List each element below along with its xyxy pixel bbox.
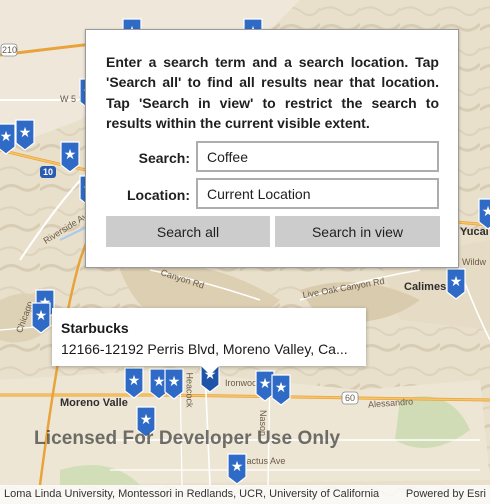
result-pin[interactable]: ★ bbox=[271, 374, 291, 406]
location-input[interactable] bbox=[196, 178, 439, 209]
town-label-calimesa: Calimes bbox=[404, 281, 447, 293]
search-label: Search: bbox=[138, 150, 190, 166]
svg-text:★: ★ bbox=[64, 147, 77, 163]
search-all-button[interactable]: Search all bbox=[106, 216, 270, 247]
result-pin[interactable]: ★ bbox=[164, 368, 184, 400]
svg-text:★: ★ bbox=[259, 376, 272, 392]
attribution-bar: Loma Linda University, Montessori in Red… bbox=[0, 485, 490, 504]
location-label: Location: bbox=[127, 187, 190, 203]
town-label-moreno-valley: Moreno Valle bbox=[60, 397, 128, 409]
result-pin[interactable]: ★ bbox=[31, 302, 51, 334]
callout-detail: 12166-12192 Perris Blvd, Moreno Valley, … bbox=[61, 341, 348, 357]
search-input[interactable] bbox=[196, 141, 439, 172]
svg-text:★: ★ bbox=[275, 380, 288, 396]
road-label-heacock: Heacock bbox=[184, 372, 195, 408]
highway-shield-10-label: 10 bbox=[43, 167, 54, 177]
powered-by-esri[interactable]: Powered by Esri bbox=[406, 488, 486, 500]
callout-title: Starbucks bbox=[61, 320, 129, 336]
result-pin[interactable]: ★ bbox=[124, 367, 144, 399]
developer-license-watermark: Licensed For Developer Use Only bbox=[34, 428, 341, 449]
svg-text:★: ★ bbox=[231, 459, 244, 475]
search-panel: Enter a search term and a search locatio… bbox=[85, 29, 459, 268]
svg-text:★: ★ bbox=[140, 412, 153, 428]
svg-text:★: ★ bbox=[450, 274, 463, 290]
highway-shield-60-label: 60 bbox=[345, 393, 356, 403]
result-pin[interactable]: ★ bbox=[478, 198, 490, 230]
result-pin[interactable]: ★ bbox=[227, 453, 247, 485]
svg-text:★: ★ bbox=[0, 129, 12, 145]
highway-shield-210-label: 210 bbox=[2, 45, 18, 55]
result-pin[interactable]: ★ bbox=[0, 123, 16, 155]
result-pin[interactable]: ★ bbox=[15, 119, 35, 151]
svg-text:★: ★ bbox=[168, 374, 181, 390]
result-pin[interactable]: ★ bbox=[446, 268, 466, 300]
attribution-text: Loma Linda University, Montessori in Red… bbox=[4, 488, 380, 500]
road-label-wildwood: Wildw bbox=[462, 257, 486, 267]
search-in-view-button[interactable]: Search in view bbox=[275, 216, 440, 247]
svg-text:★: ★ bbox=[35, 308, 48, 324]
svg-text:★: ★ bbox=[128, 373, 141, 389]
instructions-text: Enter a search term and a search locatio… bbox=[106, 54, 439, 131]
result-pin[interactable]: ★ bbox=[60, 141, 80, 173]
svg-text:★: ★ bbox=[482, 204, 490, 220]
result-callout[interactable]: Starbucks 12166-12192 Perris Blvd, Moren… bbox=[52, 308, 366, 375]
svg-text:★: ★ bbox=[19, 125, 32, 141]
